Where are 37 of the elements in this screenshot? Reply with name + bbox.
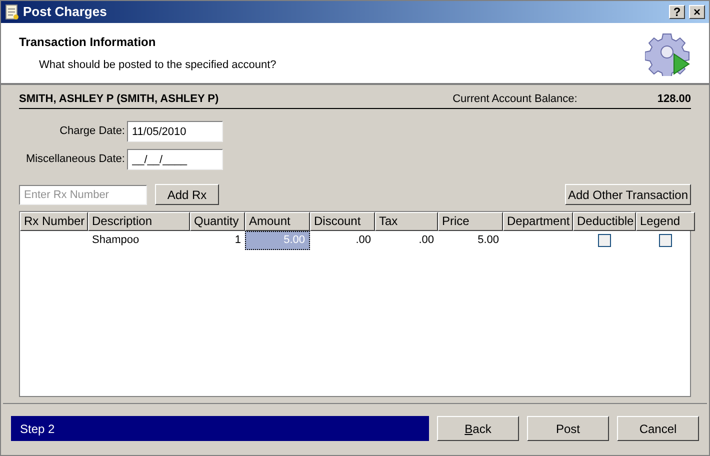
notepad-icon (5, 4, 19, 20)
column-header[interactable]: Discount (310, 212, 375, 231)
checkbox[interactable] (598, 234, 611, 247)
balance-value: 128.00 (657, 92, 691, 108)
add-other-transaction-button[interactable]: Add Other Transaction (565, 184, 691, 205)
date-field[interactable]: __/__/____ (127, 149, 223, 170)
column-header[interactable]: Amount (245, 212, 310, 231)
window-title: Post Charges (23, 3, 108, 22)
balance-label: Current Account Balance: (452, 92, 578, 108)
column-header[interactable]: Price (438, 212, 503, 231)
dialog-button[interactable]: Back (437, 416, 519, 441)
field-label: Miscellaneous Date: (24, 152, 126, 168)
checkbox[interactable] (659, 234, 672, 247)
add-rx-button[interactable]: Add Rx (155, 184, 219, 205)
account-name: SMITH, ASHLEY P (SMITH, ASHLEY P) (19, 92, 220, 108)
column-header[interactable]: Deductible (573, 212, 636, 231)
help-button[interactable]: ? (669, 5, 685, 19)
dialog-button[interactable]: Post (527, 416, 609, 441)
header-subtitle: What should be posted to the specified account? (39, 58, 276, 73)
close-button[interactable]: × (689, 5, 705, 19)
rx-number-field[interactable]: Enter Rx Number (19, 184, 147, 204)
date-field[interactable]: 11/05/2010 (127, 121, 223, 142)
column-header[interactable]: Quantity (190, 212, 245, 231)
table-cell[interactable]: Shampoo (88, 231, 190, 250)
column-header[interactable]: Rx Number (20, 212, 88, 231)
column-header[interactable]: Department (503, 212, 573, 231)
column-header[interactable]: Tax (375, 212, 438, 231)
column-header[interactable]: Description (88, 212, 190, 231)
step-label: Step 2 (20, 420, 55, 438)
table-cell[interactable]: 5.00 (438, 231, 503, 250)
column-header[interactable]: Legend (636, 212, 695, 231)
field-label: Charge Date: (58, 124, 126, 140)
table-cell[interactable]: 1 (190, 231, 245, 250)
header-title: Transaction Information (19, 34, 157, 51)
table-cell[interactable]: .00 (310, 231, 375, 250)
table-cell[interactable]: .00 (375, 231, 438, 250)
dialog-button[interactable]: Cancel (617, 416, 699, 441)
